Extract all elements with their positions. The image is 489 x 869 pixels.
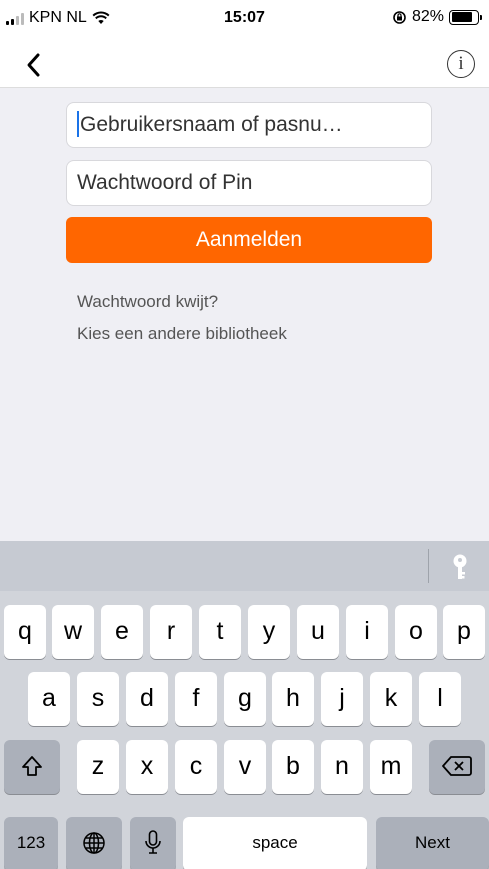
key-a[interactable]: a <box>28 672 70 726</box>
keyboard: q w e r t y u i o p a s d f g h j k l z … <box>0 541 489 869</box>
toolbar-divider <box>428 549 429 583</box>
key-n[interactable]: n <box>321 740 363 794</box>
key-t[interactable]: t <box>199 605 241 659</box>
key-k[interactable]: k <box>370 672 412 726</box>
chevron-left-icon <box>27 53 40 77</box>
back-button[interactable] <box>20 50 50 80</box>
key-j[interactable]: j <box>321 672 363 726</box>
key-p[interactable]: p <box>443 605 485 659</box>
backspace-icon <box>442 756 472 776</box>
status-bar: KPN NL 15:07 82% <box>0 0 489 40</box>
keyboard-toolbar <box>0 541 489 591</box>
backspace-key[interactable] <box>429 740 485 794</box>
rotation-lock-icon <box>393 10 406 24</box>
key-f[interactable]: f <box>175 672 217 726</box>
key-b[interactable]: b <box>272 740 314 794</box>
key-c[interactable]: c <box>175 740 217 794</box>
info-button[interactable]: i <box>447 50 475 78</box>
status-right: 82% <box>392 8 482 26</box>
key-icon[interactable] <box>449 553 471 581</box>
info-circle-icon: i <box>458 53 464 74</box>
next-key[interactable]: Next <box>376 817 489 869</box>
key-h[interactable]: h <box>272 672 314 726</box>
nav-bar: i <box>0 40 489 88</box>
key-e[interactable]: e <box>101 605 143 659</box>
space-key[interactable]: space <box>183 817 367 869</box>
shift-key[interactable] <box>4 740 60 794</box>
username-field[interactable]: Gebruikersnaam of pasnu… <box>66 102 432 148</box>
globe-key[interactable] <box>66 817 122 869</box>
username-placeholder: Gebruikersnaam of pasnu… <box>80 113 343 136</box>
key-r[interactable]: r <box>150 605 192 659</box>
key-s[interactable]: s <box>77 672 119 726</box>
choose-other-library-link[interactable]: Kies een andere bibliotheek <box>77 324 287 344</box>
key-v[interactable]: v <box>224 740 266 794</box>
text-cursor <box>77 110 79 137</box>
key-x[interactable]: x <box>126 740 168 794</box>
shift-icon <box>22 756 42 776</box>
key-y[interactable]: y <box>248 605 290 659</box>
numbers-key[interactable]: 123 <box>4 817 58 869</box>
key-l[interactable]: l <box>419 672 461 726</box>
password-placeholder: Wachtwoord of Pin <box>77 171 253 194</box>
key-z[interactable]: z <box>77 740 119 794</box>
key-g[interactable]: g <box>224 672 266 726</box>
title-area <box>76 45 420 83</box>
password-field[interactable]: Wachtwoord of Pin <box>66 160 432 206</box>
key-d[interactable]: d <box>126 672 168 726</box>
battery-percent: 82% <box>411 8 444 25</box>
globe-icon <box>83 832 105 854</box>
key-m[interactable]: m <box>370 740 412 794</box>
key-o[interactable]: o <box>395 605 437 659</box>
key-w[interactable]: w <box>52 605 94 659</box>
key-i[interactable]: i <box>346 605 388 659</box>
key-u[interactable]: u <box>297 605 339 659</box>
microphone-key[interactable] <box>130 817 176 869</box>
battery-icon <box>449 9 482 25</box>
key-q[interactable]: q <box>4 605 46 659</box>
forgot-password-link[interactable]: Wachtwoord kwijt? <box>77 292 218 312</box>
microphone-icon <box>145 830 161 854</box>
login-button[interactable]: Aanmelden <box>66 217 432 263</box>
